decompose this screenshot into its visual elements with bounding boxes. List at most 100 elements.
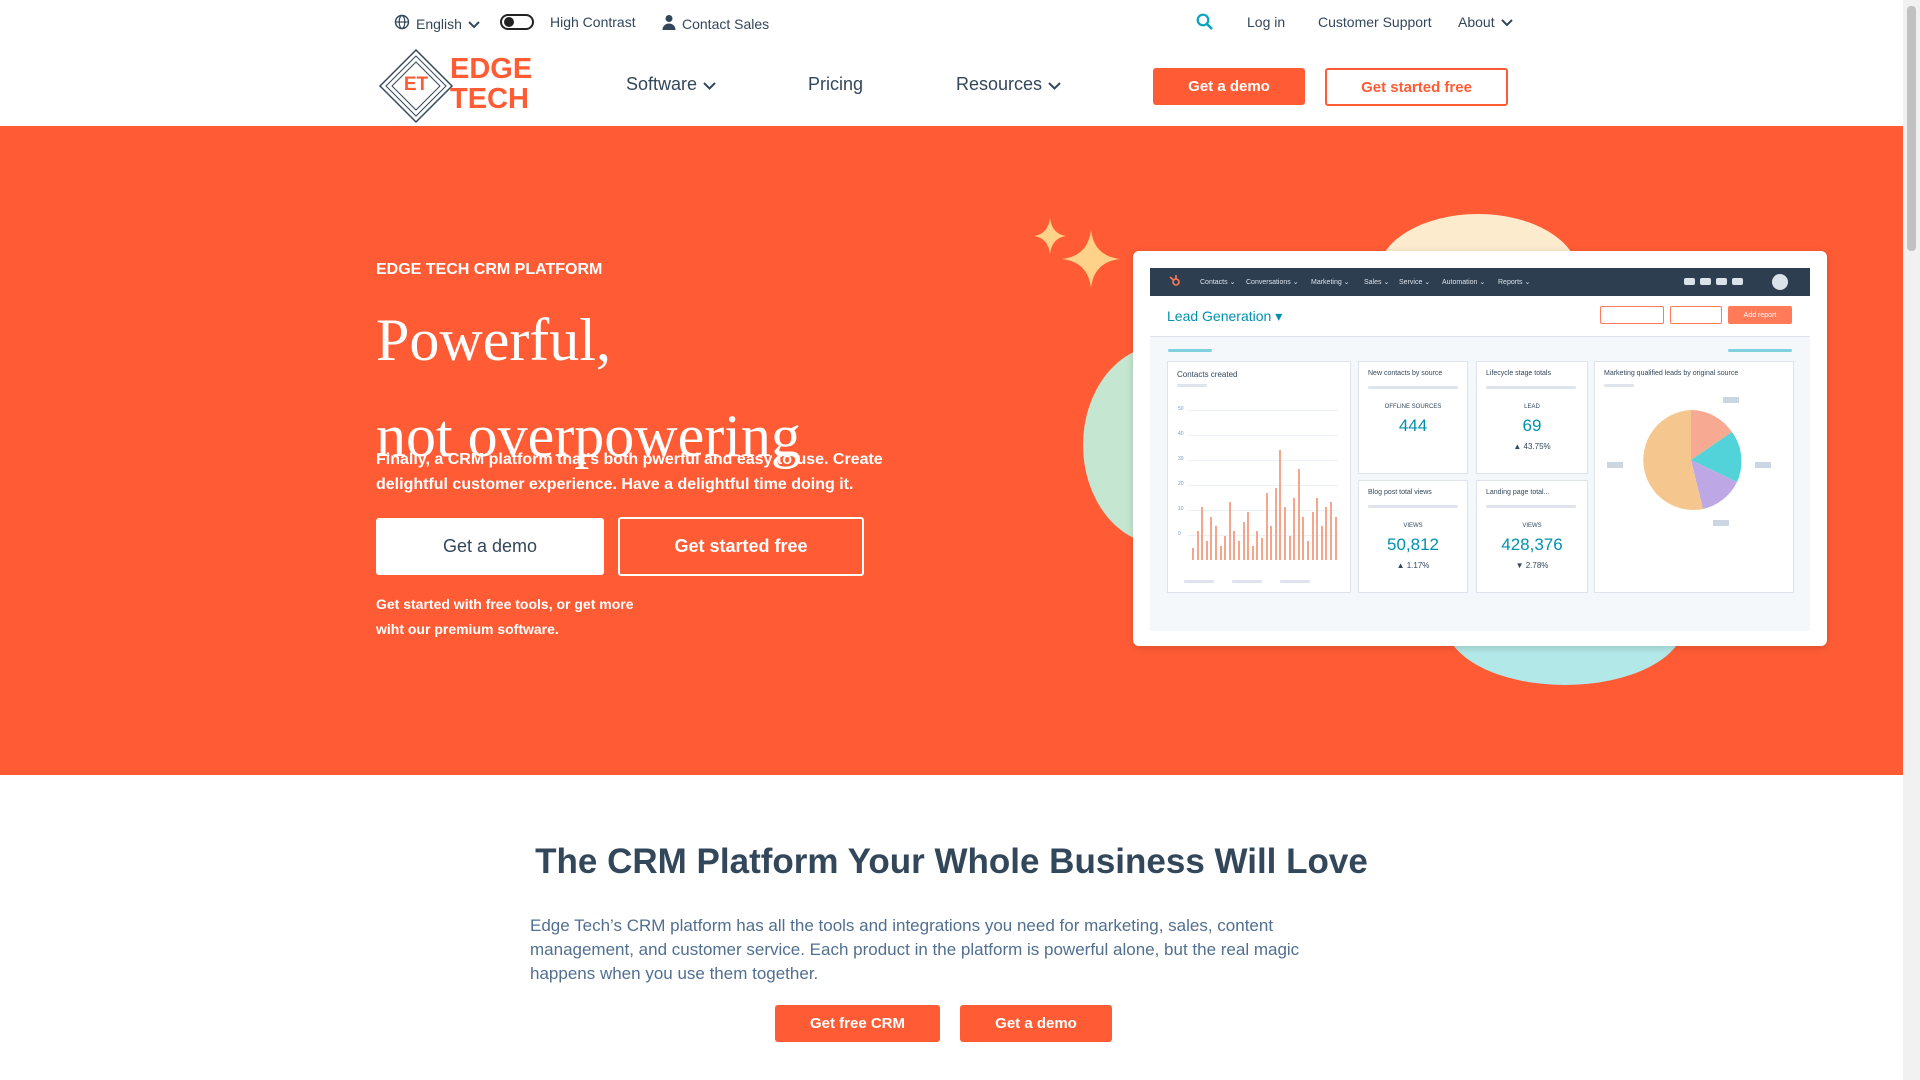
card-subline xyxy=(1368,505,1458,508)
nav-get-started-button[interactable]: Get started free xyxy=(1325,68,1508,106)
card-new-contacts: New contacts by source OFFLINE SOURCES 4… xyxy=(1358,361,1468,474)
hero-title-line1: Powerful, xyxy=(376,307,611,373)
axis-tick-label: 50 xyxy=(1178,406,1184,412)
card-delta: ▲ 1.17% xyxy=(1396,561,1430,570)
nav-software[interactable]: Software xyxy=(626,74,716,95)
card-value: 50,812 xyxy=(1387,535,1439,554)
get-free-crm-button[interactable]: Get free CRM xyxy=(775,1005,940,1042)
contacts-bar xyxy=(1233,531,1236,560)
contacts-bar xyxy=(1316,497,1319,560)
resources-label: Resources xyxy=(956,74,1043,94)
logo-word-tech: TECH xyxy=(450,83,529,115)
language-label: English xyxy=(416,15,462,32)
contacts-bar xyxy=(1238,540,1240,560)
axis-label-placeholder xyxy=(1232,580,1262,583)
about-menu[interactable]: About xyxy=(1458,14,1513,30)
contact-sales-link[interactable]: Contact Sales xyxy=(662,14,769,33)
contacts-bar xyxy=(1274,488,1277,560)
axis-tick-label: 10 xyxy=(1178,506,1184,512)
chevron-down-icon xyxy=(1048,74,1061,95)
card-title: Lifecycle stage totals xyxy=(1486,370,1551,377)
section-body: Edge Tech’s CRM platform has all the too… xyxy=(530,916,1300,983)
axis-grid-line xyxy=(1188,410,1338,411)
card-mql-pie: Marketing qualified leads by original so… xyxy=(1594,361,1794,593)
card-caption: VIEWS xyxy=(1403,523,1423,529)
contacts-bar xyxy=(1196,531,1199,560)
contacts-bar xyxy=(1270,526,1273,560)
search-icon[interactable] xyxy=(1196,13,1213,30)
contacts-bar xyxy=(1205,540,1208,560)
contact-sales-label: Contact Sales xyxy=(682,15,770,32)
contacts-bar xyxy=(1311,512,1314,560)
nav-demo-button[interactable]: Get a demo xyxy=(1153,68,1305,105)
edge-tech-logo[interactable]: ET EDGE TECH xyxy=(378,48,538,124)
dash-menu-conversations: Conversations ⌄ xyxy=(1246,279,1299,286)
nav-resources[interactable]: Resources xyxy=(956,74,1061,95)
hero-note: Get started with free tools, or get more… xyxy=(376,596,634,637)
contacts-bar xyxy=(1219,545,1222,560)
axis-tick-label: 30 xyxy=(1178,456,1184,462)
page-scrollbar[interactable] xyxy=(1903,0,1920,1080)
contacts-bar xyxy=(1279,449,1282,560)
about-label: About xyxy=(1458,14,1495,30)
card-subline xyxy=(1604,384,1634,387)
axis-label-placeholder xyxy=(1280,580,1310,583)
card-delta: ▲ 43.75% xyxy=(1513,442,1551,451)
utility-bar: English High Contrast Contact Sales Log … xyxy=(0,0,1903,46)
card-title: Contacts created xyxy=(1177,370,1238,379)
axis-tick-label: 20 xyxy=(1178,481,1184,487)
card-subline xyxy=(1486,505,1576,508)
logo-mark: ET xyxy=(403,74,429,95)
dash-menu-service: Service ⌄ xyxy=(1399,279,1431,286)
card-subline xyxy=(1368,386,1458,389)
nav-pricing[interactable]: Pricing xyxy=(808,74,863,95)
hero-get-started-button[interactable]: Get started free xyxy=(618,517,864,576)
contacts-bar xyxy=(1265,492,1268,560)
contacts-bar xyxy=(1251,545,1254,560)
dashboard-screenshot: Contacts ⌄ Conversations ⌄ Marketing ⌄ S… xyxy=(1133,251,1827,646)
login-link[interactable]: Log in xyxy=(1247,14,1285,30)
dash-menu-reports: Reports ⌄ xyxy=(1498,279,1531,286)
report-title: Lead Generation ▾ xyxy=(1167,308,1283,324)
card-value: 428,376 xyxy=(1501,535,1563,554)
card-blog-views: Blog post total views VIEWS 50,812 ▲ 1.1… xyxy=(1358,480,1468,593)
contacts-bar xyxy=(1325,507,1328,560)
chevron-down-icon xyxy=(703,74,716,95)
dash-filter-line xyxy=(1168,349,1212,352)
axis-grid-line xyxy=(1188,460,1338,461)
card-value: 444 xyxy=(1398,416,1428,435)
card-contacts-created: Contacts created 50 40 30 20 10 0 xyxy=(1167,361,1351,593)
dash-toolbar-icons xyxy=(1684,278,1744,285)
contacts-bar xyxy=(1307,540,1309,560)
toggle-switch[interactable] xyxy=(500,14,534,30)
contacts-bar xyxy=(1320,526,1323,560)
hero-subtitle: Finally, a CRM platform that's both pwer… xyxy=(376,451,883,493)
dash-menu-marketing: Marketing ⌄ xyxy=(1311,279,1350,286)
language-selector[interactable]: English xyxy=(394,14,480,33)
axis-tick-label: 0 xyxy=(1178,531,1181,537)
pie-chart xyxy=(1607,397,1771,526)
contacts-bar xyxy=(1256,531,1259,560)
card-title: New contacts by source xyxy=(1368,370,1443,377)
scrollbar-thumb[interactable] xyxy=(1907,6,1916,251)
sparkle-icon xyxy=(1034,218,1120,288)
card-title: Landing page total... xyxy=(1486,489,1550,496)
card-value: 69 xyxy=(1522,416,1542,435)
sprocket-icon xyxy=(1168,274,1182,288)
section-demo-button[interactable]: Get a demo xyxy=(960,1005,1112,1042)
axis-label-placeholder xyxy=(1184,580,1214,583)
dash-share-button xyxy=(1670,306,1722,324)
hero-demo-button[interactable]: Get a demo xyxy=(376,518,604,575)
section-title: The CRM Platform Your Whole Business Wil… xyxy=(535,842,1368,881)
contacts-bar xyxy=(1297,468,1300,560)
card-caption: VIEWS xyxy=(1522,523,1542,529)
add-report-button: Add report xyxy=(1728,306,1792,324)
contacts-bar xyxy=(1334,516,1337,560)
software-label: Software xyxy=(626,74,698,94)
contacts-bar xyxy=(1261,538,1263,560)
high-contrast-toggle[interactable]: High Contrast xyxy=(500,14,636,30)
chevron-down-icon xyxy=(468,16,480,32)
avatar xyxy=(1772,274,1788,290)
dash-menu-sales: Sales ⌄ xyxy=(1364,279,1390,286)
customer-support-link[interactable]: Customer Support xyxy=(1318,14,1432,30)
